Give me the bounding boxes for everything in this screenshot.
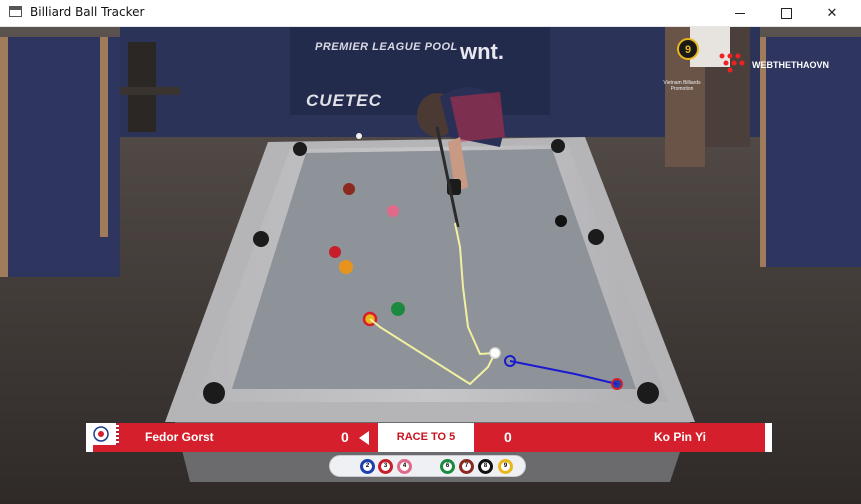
ball-6 — [391, 302, 405, 316]
promoter-badge-number: 9 — [685, 44, 691, 56]
left-frame-2 — [100, 37, 108, 237]
app-window: Billiard Ball Tracker ✕ 9 PREMIER LEAGUE… — [0, 0, 861, 504]
rack-ball-4: 4 — [397, 459, 412, 474]
promoter-label: Vietnam Billiards Promotion — [663, 80, 701, 92]
rack-ball-9: 9 — [498, 459, 513, 474]
right-wall-panel — [760, 37, 861, 267]
pocket-top-right — [551, 139, 565, 153]
ball-far — [356, 133, 362, 139]
close-button[interactable]: ✕ — [809, 0, 855, 26]
player1-name: Fedor Gorst — [145, 430, 214, 444]
video-frame: 9 PREMIER LEAGUE POOL wnt. CUETEC WEBTHE… — [0, 27, 861, 504]
pocket-bottom-left — [203, 382, 225, 404]
window-title: Billiard Ball Tracker — [30, 5, 145, 19]
rack-ball-number: 9 — [501, 462, 510, 471]
rack-ball-2: 2 — [360, 459, 375, 474]
maximize-button[interactable] — [763, 0, 809, 26]
rack-ball-8: 8 — [478, 459, 493, 474]
title-bar[interactable]: Billiard Ball Tracker ✕ — [0, 0, 861, 27]
rack-ball-3: 3 — [378, 459, 393, 474]
pocket-bottom-right — [637, 382, 659, 404]
rack-ball-number: 8 — [481, 462, 490, 471]
cue-ball-marker — [489, 347, 501, 359]
player2-score: 0 — [504, 429, 512, 445]
race-to-label: RACE TO 5 — [396, 431, 456, 443]
close-icon: ✕ — [826, 5, 838, 21]
minimize-icon — [735, 12, 745, 14]
left-frame — [0, 37, 8, 277]
rack-ball-6: 6 — [440, 459, 455, 474]
rack-ball-7: 7 — [459, 459, 474, 474]
minimize-button[interactable] — [717, 0, 763, 26]
player2-name: Ko Pin Yi — [654, 430, 707, 444]
wnt-logo: wnt. — [460, 39, 504, 64]
rack-ball-number: 6 — [443, 462, 452, 471]
rack-ball-number: 2 — [363, 462, 372, 471]
ball-8 — [555, 215, 567, 227]
ball-7 — [343, 183, 355, 195]
player1-score: 0 — [341, 429, 349, 445]
pocket-top-left — [293, 142, 307, 156]
app-window-icon — [9, 6, 22, 17]
remaining-balls-rack: 23 4 6 7 8 9 — [329, 455, 526, 477]
flag-chinese-taipei-icon — [86, 423, 116, 445]
right-frame — [760, 37, 766, 267]
ball-4 — [387, 205, 399, 217]
cuetec-logo: CUETEC — [306, 91, 382, 110]
ball-5 — [339, 260, 353, 274]
scoreboard: Fedor Gorst 0 RACE TO 5 0 Ko Pin Yi — [86, 423, 772, 452]
pocket-side-left — [253, 231, 269, 247]
rack-ball-number: 3 — [381, 462, 390, 471]
premier-league-pool-logo: PREMIER LEAGUE POOL — [315, 41, 458, 53]
pocket-side-right — [588, 229, 604, 245]
rack-ball-number: 4 — [400, 462, 409, 471]
break-indicator-icon — [359, 431, 369, 445]
watermark-text: WEBTHETHAOVN — [752, 60, 829, 70]
rack-ball-number: 7 — [462, 462, 471, 471]
maximize-icon — [780, 7, 792, 19]
ball-3 — [329, 246, 341, 258]
